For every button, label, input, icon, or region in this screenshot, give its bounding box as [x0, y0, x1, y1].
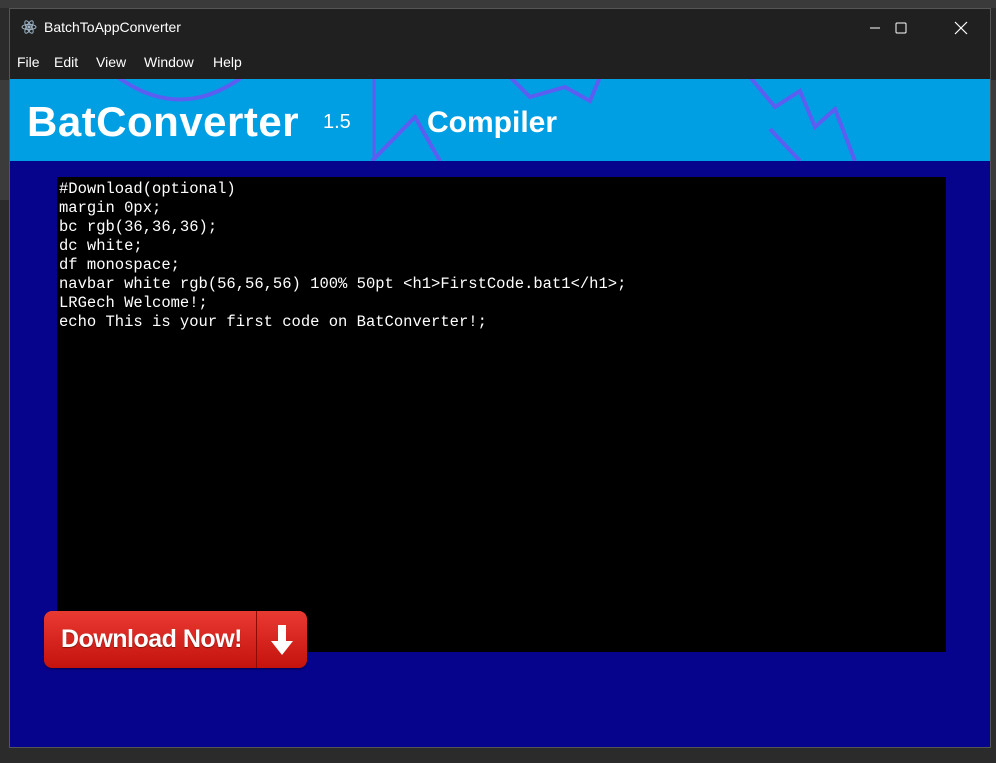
electron-icon — [21, 20, 37, 34]
app-window: BatchToAppConverter File Edit View Windo… — [9, 8, 991, 748]
menu-edit[interactable]: Edit — [54, 54, 78, 70]
app-version: 1.5 — [323, 111, 351, 133]
app-brand: BatConverter — [27, 98, 300, 145]
close-icon — [954, 21, 968, 34]
menu-file[interactable]: File — [17, 54, 40, 70]
title-bar[interactable]: BatchToAppConverter — [10, 9, 990, 46]
window-title: BatchToAppConverter — [44, 19, 181, 35]
download-now-button[interactable]: Download Now! — [44, 611, 307, 668]
menu-window[interactable]: Window — [144, 54, 194, 70]
header-banner: BatConverter 1.5 Compiler — [10, 79, 990, 161]
section-title: Compiler — [427, 106, 558, 139]
desktop-background — [0, 0, 996, 8]
menu-view[interactable]: View — [96, 54, 126, 70]
download-button-label: Download Now! — [61, 625, 242, 653]
menu-help[interactable]: Help — [213, 54, 242, 70]
menu-bar: File Edit View Window Help — [10, 46, 990, 79]
down-arrow-icon — [270, 624, 293, 655]
code-editor[interactable]: #Download(optional) margin 0px; bc rgb(3… — [57, 177, 946, 652]
close-button[interactable] — [938, 9, 984, 46]
maximize-button[interactable] — [878, 9, 924, 46]
download-arrow-container — [256, 611, 307, 668]
maximize-icon — [895, 22, 907, 33]
